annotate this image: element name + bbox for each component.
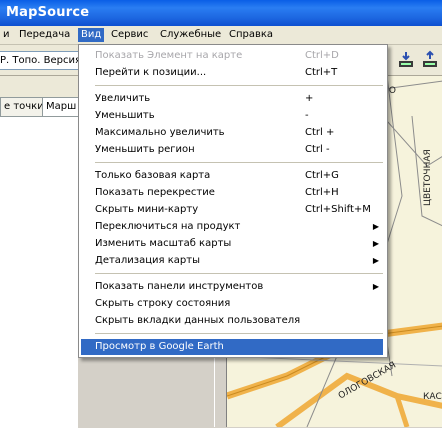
user-data-panel: е точки Марш bbox=[0, 76, 80, 428]
view-menu-dropdown: Показать Элемент на карте Ctrl+D Перейти … bbox=[78, 44, 388, 358]
menu-item-zoom-in[interactable]: Увеличить + bbox=[81, 91, 383, 107]
menu-separator bbox=[95, 333, 383, 334]
menu-item-show-crosshair[interactable]: Показать перекрестие Ctrl+H bbox=[81, 185, 383, 201]
menu-item-map-detail[interactable]: Детализация карты ▶ bbox=[81, 253, 383, 269]
menu-item-hide-user-tabs[interactable]: Скрыть вкладки данных пользователя bbox=[81, 313, 383, 329]
menu-help[interactable]: Справка bbox=[226, 28, 276, 42]
menu-item-show-element[interactable]: Показать Элемент на карте Ctrl+D bbox=[81, 48, 383, 64]
menu-service[interactable]: Сервис bbox=[108, 28, 151, 42]
map-product-select[interactable]: Р. Топо. Версия bbox=[0, 51, 79, 70]
menu-item-go-to-position[interactable]: Перейти к позиции... Ctrl+T bbox=[81, 65, 383, 81]
menu-view[interactable]: Вид bbox=[78, 28, 105, 42]
window-title: MapSource bbox=[6, 5, 90, 20]
menu-item-hide-minimap[interactable]: Скрыть мини-карту Ctrl+Shift+M bbox=[81, 202, 383, 218]
map-label: ЦВЕТОЧНАЯ bbox=[423, 149, 433, 206]
submenu-arrow-icon: ▶ bbox=[372, 256, 379, 265]
menu-item-zoom-out[interactable]: Уменьшить - bbox=[81, 108, 383, 124]
menu-separator bbox=[95, 162, 383, 163]
submenu-arrow-icon: ▶ bbox=[372, 239, 379, 248]
menu-item-show-toolbars[interactable]: Показать панели инструментов ▶ bbox=[81, 279, 383, 295]
menu-item-change-scale[interactable]: Изменить масштаб карты ▶ bbox=[81, 236, 383, 252]
menu-item-basemap-only[interactable]: Только базовая карта Ctrl+G bbox=[81, 168, 383, 184]
menu-transfer[interactable]: Передача bbox=[16, 28, 73, 42]
receive-from-device-button[interactable] bbox=[396, 50, 416, 70]
menu-bar: и Передача Вид Сервис Служебные Справка bbox=[0, 26, 442, 45]
submenu-arrow-icon: ▶ bbox=[372, 282, 379, 291]
menu-item-google-earth[interactable]: Просмотр в Google Earth bbox=[81, 339, 383, 355]
menu-file[interactable]: и bbox=[0, 28, 13, 42]
send-to-device-icon bbox=[423, 50, 437, 67]
menu-item-max-zoom[interactable]: Максимально увеличить Ctrl + bbox=[81, 125, 383, 141]
map-label: КАС bbox=[423, 392, 442, 402]
tab-routes[interactable]: Марш bbox=[42, 97, 80, 116]
menu-item-zoom-out-region[interactable]: Уменьшить регион Ctrl - bbox=[81, 142, 383, 158]
menu-separator bbox=[95, 273, 383, 274]
send-to-device-button[interactable] bbox=[420, 50, 440, 70]
menu-item-switch-product[interactable]: Переключиться на продукт ▶ bbox=[81, 219, 383, 235]
submenu-arrow-icon: ▶ bbox=[372, 222, 379, 231]
menu-utilities[interactable]: Служебные bbox=[157, 28, 224, 42]
receive-from-device-icon bbox=[399, 52, 413, 67]
menu-item-hide-status-bar[interactable]: Скрыть строку состояния bbox=[81, 296, 383, 312]
menu-separator bbox=[95, 85, 383, 86]
user-data-list[interactable] bbox=[0, 116, 78, 428]
title-bar: MapSource bbox=[0, 0, 442, 26]
tab-waypoints[interactable]: е точки bbox=[0, 97, 46, 116]
